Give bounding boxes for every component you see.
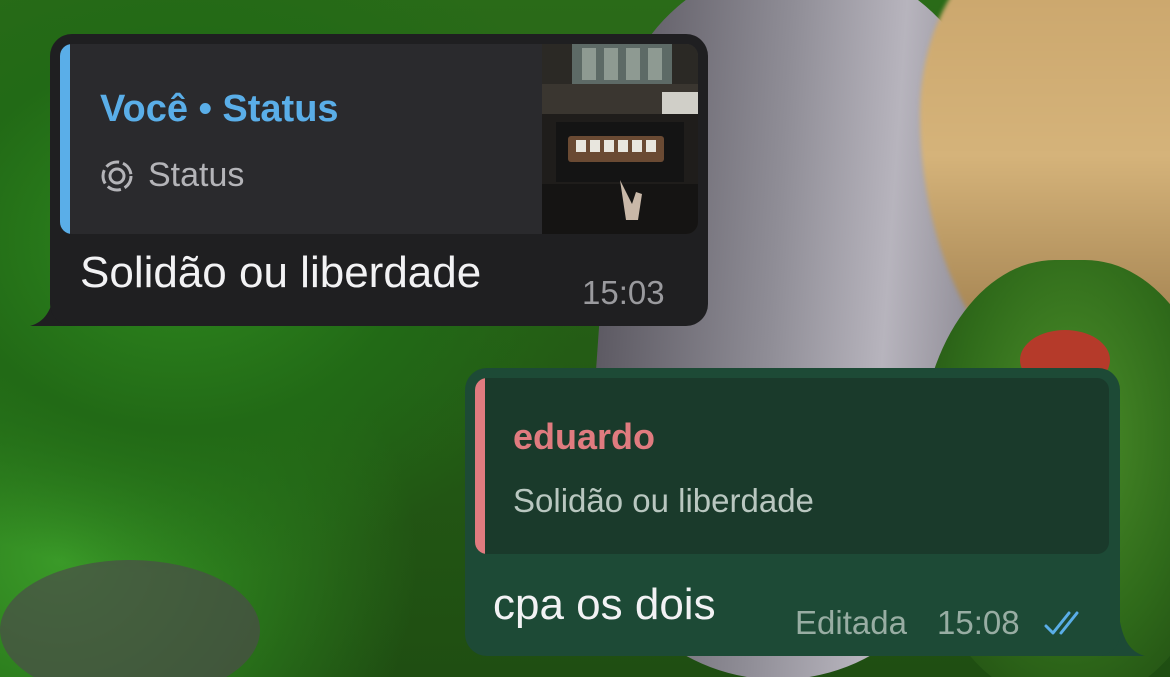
- quoted-status-preview[interactable]: Você • Status Status: [60, 44, 698, 234]
- status-ring-icon: [101, 160, 133, 191]
- quoted-reply-preview[interactable]: eduardo Solidão ou liberdade: [475, 378, 1109, 554]
- double-check-icon: [1044, 611, 1079, 635]
- message-text: cpa os dois: [493, 580, 716, 629]
- quoted-status-subtitle-row: Status: [100, 156, 244, 195]
- status-thumbnail-image: [542, 44, 698, 234]
- incoming-message-bubble[interactable]: Você • Status Status Solidão ou liberdad…: [50, 34, 708, 326]
- quoted-status-subtitle: Status: [148, 156, 245, 194]
- quote-accent-bar: [60, 44, 70, 234]
- message-text: Solidão ou liberdade: [80, 248, 482, 297]
- quoted-reply-text: Solidão ou liberdade: [513, 482, 814, 519]
- quoted-status-title: Você • Status: [100, 88, 339, 130]
- message-time: 15:03: [582, 274, 665, 311]
- message-time: 15:08: [937, 604, 1020, 641]
- wallpaper-shape: [0, 560, 260, 677]
- quoted-reply-author: eduardo: [513, 416, 656, 457]
- edited-label: Editada: [795, 604, 907, 641]
- status-thumbnail[interactable]: [542, 44, 698, 234]
- quote-accent-bar: [475, 378, 485, 554]
- outgoing-message-bubble[interactable]: eduardo Solidão ou liberdade cpa os dois…: [465, 368, 1120, 656]
